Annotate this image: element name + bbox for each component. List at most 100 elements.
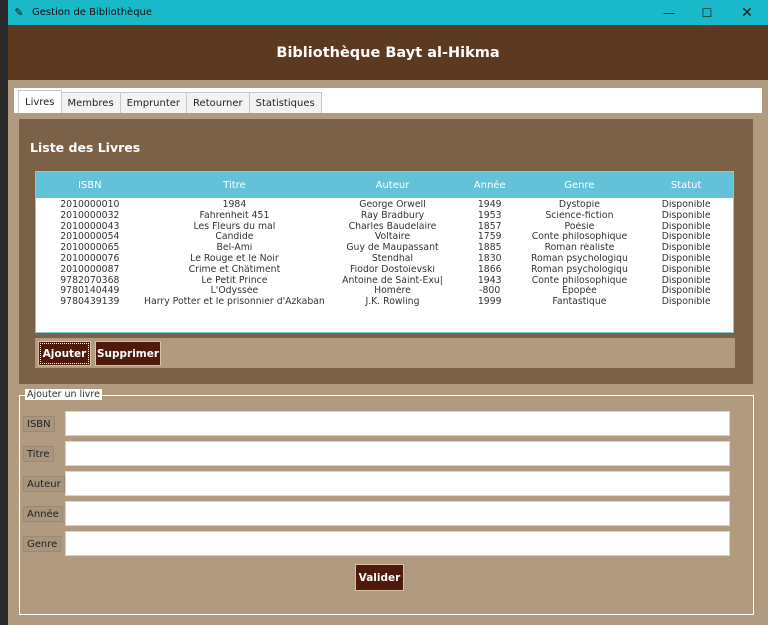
tab-membres[interactable]: Membres	[60, 92, 121, 113]
cell-annee: 1999	[477, 297, 502, 308]
validate-button[interactable]: Valider	[355, 564, 404, 591]
cell-auteur: Antoine de Saint-Exu|	[342, 275, 443, 286]
cell-statut: Disponible	[661, 286, 711, 297]
cell-annee: -800	[479, 286, 501, 297]
cell-genre: Roman réaliste	[544, 243, 615, 254]
table-body: 2010000010 1984 George Orwell 1949 Dystopie D…	[36, 198, 733, 308]
cell-statut: Disponible	[661, 210, 711, 221]
app-title: Bibliothèque Bayt al-Hikma	[276, 44, 500, 61]
table-row[interactable]: 2010000032 Fahrenheit 451 Ray Bradbury 1953…	[36, 211, 733, 222]
tab-bar: Livres Membres Emprunter Retourner Stati…	[18, 90, 322, 113]
title-bar[interactable]: ✎ Gestion de Bibliothèque — ☐ ✕	[8, 0, 768, 25]
cell-titre: Bel-Ami	[216, 243, 253, 254]
cell-genre: Conte philosophique	[531, 275, 628, 286]
column-header-isbn[interactable]: ISBN	[36, 180, 144, 191]
minimize-button[interactable]: —	[650, 0, 688, 25]
cell-titre: Le Petit Prince	[201, 275, 268, 286]
table-row[interactable]: 2010000087 Crime et Châtiment Fiodor Dosto…	[36, 265, 733, 276]
column-header-titre[interactable]: Titre	[144, 180, 325, 191]
table-row[interactable]: 9782070368 Le Petit Prince Antoine de Sain…	[36, 276, 733, 287]
cell-isbn: 2010000054	[60, 232, 120, 243]
cell-titre: Harry Potter et le prisonnier d'Azkaban	[144, 297, 325, 308]
cell-isbn: 9780140449	[60, 286, 120, 297]
cell-genre: Roman psychologiqu	[531, 264, 628, 275]
column-header-auteur[interactable]: Auteur	[325, 180, 460, 191]
cell-annee: 1866	[477, 264, 502, 275]
cell-titre: 1984	[222, 200, 247, 210]
cell-titre: Candide	[215, 232, 254, 243]
cell-statut: Disponible	[661, 253, 711, 264]
tab-statistiques[interactable]: Statistiques	[248, 92, 322, 113]
auteur-field[interactable]	[65, 471, 730, 496]
notebook: Livres Membres Emprunter Retourner Stati…	[14, 88, 762, 619]
cell-genre: Dystopie	[558, 200, 600, 210]
book-actions: Ajouter Supprimer	[35, 338, 735, 368]
auteur-label: Auteur	[23, 476, 65, 492]
app-window: ✎ Gestion de Bibliothèque — ☐ ✕ Biblioth…	[8, 0, 768, 625]
cell-auteur: Charles Baudelaire	[348, 221, 437, 232]
cell-genre: Roman psychologiqu	[531, 253, 628, 264]
delete-book-button[interactable]: Supprimer	[95, 341, 161, 366]
book-table[interactable]: ISBN Titre Auteur Année Genre Statut 201…	[35, 171, 734, 333]
tab-retourner[interactable]: Retourner	[186, 92, 250, 113]
book-list-title: Liste des Livres	[30, 140, 141, 155]
tab-livres[interactable]: Livres	[18, 90, 62, 113]
cell-isbn: 2010000010	[60, 200, 120, 210]
tab-page-livres: Liste des Livres ISBN Titre Auteur Année…	[14, 113, 762, 619]
tab-emprunter[interactable]: Emprunter	[119, 92, 188, 113]
cell-titre: L'Odyssée	[210, 286, 259, 297]
cell-isbn: 9782070368	[60, 275, 120, 286]
table-row[interactable]: 2010000054 Candide Voltaire 1759 Conte philo…	[36, 232, 733, 243]
table-row[interactable]: 9780140449 L'Odyssée Homère -800 Épopée Dispo…	[36, 286, 733, 297]
close-button[interactable]: ✕	[726, 0, 768, 25]
cell-statut: Disponible	[661, 264, 711, 275]
form-row-genre: Genre	[20, 531, 755, 556]
cell-annee: 1857	[477, 221, 502, 232]
genre-field[interactable]	[65, 531, 730, 556]
header-banner: Bibliothèque Bayt al-Hikma	[8, 25, 768, 80]
column-header-annee[interactable]: Année	[460, 180, 520, 191]
isbn-field[interactable]	[65, 411, 730, 436]
titre-label: Titre	[23, 446, 54, 462]
cell-auteur: Stendhal	[371, 253, 414, 264]
column-header-statut[interactable]: Statut	[639, 180, 733, 191]
table-row[interactable]: 2010000065 Bel-Ami Guy de Maupassant 1885 Ro…	[36, 243, 733, 254]
cell-isbn: 2010000032	[60, 210, 120, 221]
cell-isbn: 9780439139	[60, 297, 120, 308]
cell-genre: Science-fiction	[545, 210, 614, 221]
cell-annee: 1830	[477, 253, 502, 264]
titre-field[interactable]	[65, 441, 730, 466]
form-row-annee: Année	[20, 501, 755, 526]
cell-isbn: 2010000065	[60, 243, 120, 254]
cell-statut: Disponible	[661, 221, 711, 232]
cell-titre: Fahrenheit 451	[199, 210, 270, 221]
annee-field[interactable]	[65, 501, 730, 526]
table-row[interactable]: 2010000010 1984 George Orwell 1949 Dystopie D…	[36, 200, 733, 211]
cell-statut: Disponible	[661, 297, 711, 308]
cell-auteur: George Orwell	[359, 200, 426, 210]
cell-annee: 1885	[477, 243, 502, 254]
cell-isbn: 2010000076	[60, 253, 120, 264]
cell-auteur: Voltaire	[374, 232, 411, 243]
cell-auteur: Fiodor Dostoïevski	[350, 264, 435, 275]
cell-auteur: Homère	[374, 286, 411, 297]
cell-statut: Disponible	[661, 275, 711, 286]
table-row[interactable]: 9780439139 Harry Potter et le prisonnier …	[36, 297, 733, 308]
cell-statut: Disponible	[661, 232, 711, 243]
cell-annee: 1943	[477, 275, 502, 286]
cell-genre: Fantastique	[552, 297, 607, 308]
cell-titre: Crime et Châtiment	[188, 264, 281, 275]
cell-genre: Épopée	[562, 286, 597, 297]
cell-annee: 1953	[477, 210, 502, 221]
window-controls: — ☐ ✕	[650, 0, 768, 25]
form-row-isbn: ISBN	[20, 411, 755, 436]
cell-annee: 1759	[477, 232, 502, 243]
add-book-form: Ajouter un livre ISBN Titre Auteur Année	[19, 389, 755, 615]
table-row[interactable]: 2010000076 Le Rouge et le Noir Stendhal 183…	[36, 254, 733, 265]
add-book-button[interactable]: Ajouter	[38, 341, 91, 366]
table-row[interactable]: 2010000043 Les Fleurs du mal Charles Baude…	[36, 222, 733, 233]
column-header-genre[interactable]: Genre	[520, 180, 640, 191]
table-header: ISBN Titre Auteur Année Genre Statut	[36, 172, 733, 198]
cell-auteur: Guy de Maupassant	[346, 243, 439, 254]
maximize-button[interactable]: ☐	[688, 0, 726, 25]
